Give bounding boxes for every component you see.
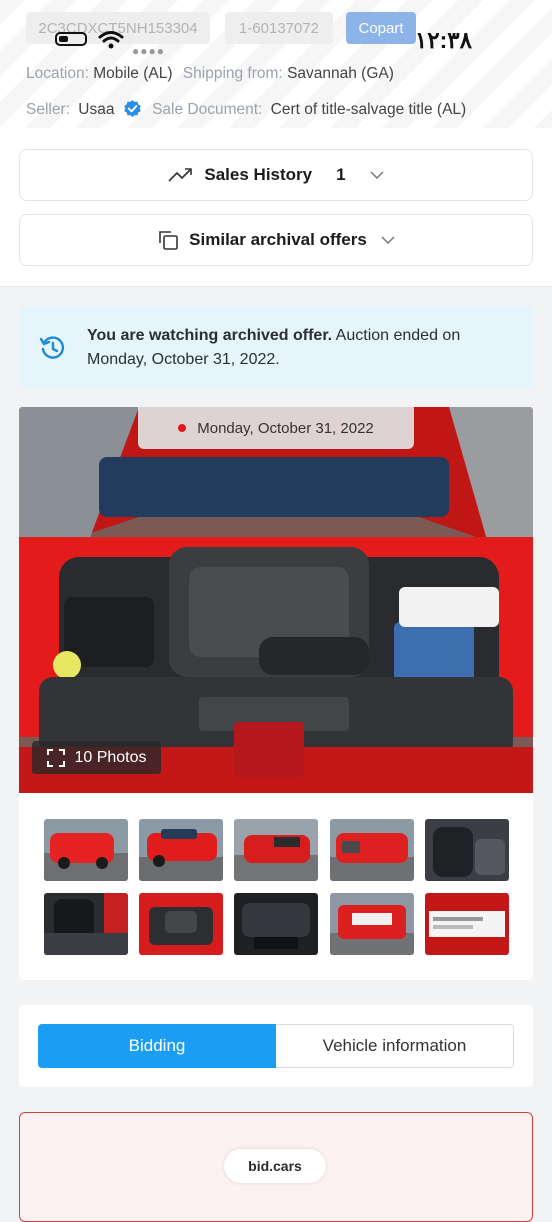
document-label: Sale Document: xyxy=(152,101,263,118)
copy-icon xyxy=(159,231,178,250)
live-dot-icon xyxy=(178,424,187,432)
thumbnail-image xyxy=(425,893,509,955)
signal-dots-icon: ●●●● xyxy=(132,44,165,58)
engine-bay-image xyxy=(19,407,533,793)
bidding-alert-card: bid.cars xyxy=(19,1112,533,1222)
tab-bidding[interactable]: Bidding xyxy=(38,1024,276,1068)
seller-row: Seller: Usaa Sale Document: Cert of titl… xyxy=(26,99,466,119)
verified-badge-icon xyxy=(123,99,141,118)
trending-up-icon xyxy=(168,168,193,182)
thumbnail[interactable] xyxy=(330,819,414,881)
main-photo[interactable]: Monday, October 31, 2022 10 Photos xyxy=(19,407,533,793)
archived-notice: You are watching archived offer. Auction… xyxy=(19,306,533,388)
thumbnail[interactable] xyxy=(425,893,509,955)
wifi-icon xyxy=(98,31,124,49)
thumbnail-image xyxy=(425,819,509,881)
fullscreen-icon xyxy=(47,748,66,767)
chevron-down-icon xyxy=(381,236,395,244)
shipping-value: Savannah (GA) xyxy=(287,65,394,82)
location-row: Location: Mobile (AL) Shipping from: Sav… xyxy=(26,65,394,83)
sale-date-text: Monday, October 31, 2022 xyxy=(197,419,374,437)
sale-date-tab: Monday, October 31, 2022 xyxy=(138,407,414,449)
thumbnail[interactable] xyxy=(234,893,318,955)
history-icon xyxy=(39,336,65,359)
vehicle-header: 2C3CDXCT5NH153304 1-60137072 Copart ●●●●… xyxy=(0,0,552,128)
seller-value: Usaa xyxy=(78,101,115,118)
thumbnail-image xyxy=(44,819,128,881)
seller-label: Seller: xyxy=(26,101,70,118)
sales-history-accordion[interactable]: Sales History 1 xyxy=(19,149,533,201)
thumbnail[interactable] xyxy=(330,893,414,955)
thumbnail[interactable] xyxy=(44,893,128,955)
thumbnail[interactable] xyxy=(425,819,509,881)
status-time: ۱۲:۳۸ xyxy=(414,27,472,53)
details-tabs-card: Bidding Vehicle information xyxy=(19,1005,533,1087)
photo-gallery: Monday, October 31, 2022 10 Photos xyxy=(19,407,533,980)
thumbnail-image xyxy=(330,819,414,881)
lot-number-chip[interactable]: 1-60137072 xyxy=(225,12,333,44)
tab-vehicle-information[interactable]: Vehicle information xyxy=(276,1024,514,1068)
thumbnail-image xyxy=(44,893,128,955)
sales-history-label: Sales History xyxy=(204,165,313,184)
similar-offers-accordion[interactable]: Similar archival offers xyxy=(19,214,533,266)
thumbnail[interactable] xyxy=(139,893,223,955)
similar-offers-label: Similar archival offers xyxy=(189,230,367,249)
chevron-down-icon xyxy=(370,171,384,179)
thumbnail-image xyxy=(139,819,223,881)
thumbnail-image xyxy=(234,819,318,881)
bid-cars-badge: bid.cars xyxy=(224,1149,326,1183)
sales-history-count: 1 xyxy=(336,165,346,184)
photos-count-label: 10 Photos xyxy=(74,748,147,766)
location-value: Mobile (AL) xyxy=(93,65,173,82)
photos-count-button[interactable]: 10 Photos xyxy=(32,741,161,774)
thumbnail-image xyxy=(330,893,414,955)
notice-bold: You are watching archived offer. xyxy=(87,327,333,344)
copart-chip[interactable]: Copart xyxy=(346,12,416,44)
thumbnail-image xyxy=(139,893,223,955)
thumbnail-image xyxy=(234,893,318,955)
archived-notice-text: You are watching archived offer. Auction… xyxy=(87,324,517,372)
accordion-panel: Sales History 1 Similar archival offers xyxy=(0,128,552,287)
thumbnail[interactable] xyxy=(139,819,223,881)
document-value: Cert of title-salvage title (AL) xyxy=(270,101,467,118)
thumbnail[interactable] xyxy=(234,819,318,881)
shipping-label: Shipping from: xyxy=(182,65,283,82)
battery-icon xyxy=(55,32,87,46)
thumbnail[interactable] xyxy=(44,819,128,881)
location-label: Location: xyxy=(26,65,89,82)
